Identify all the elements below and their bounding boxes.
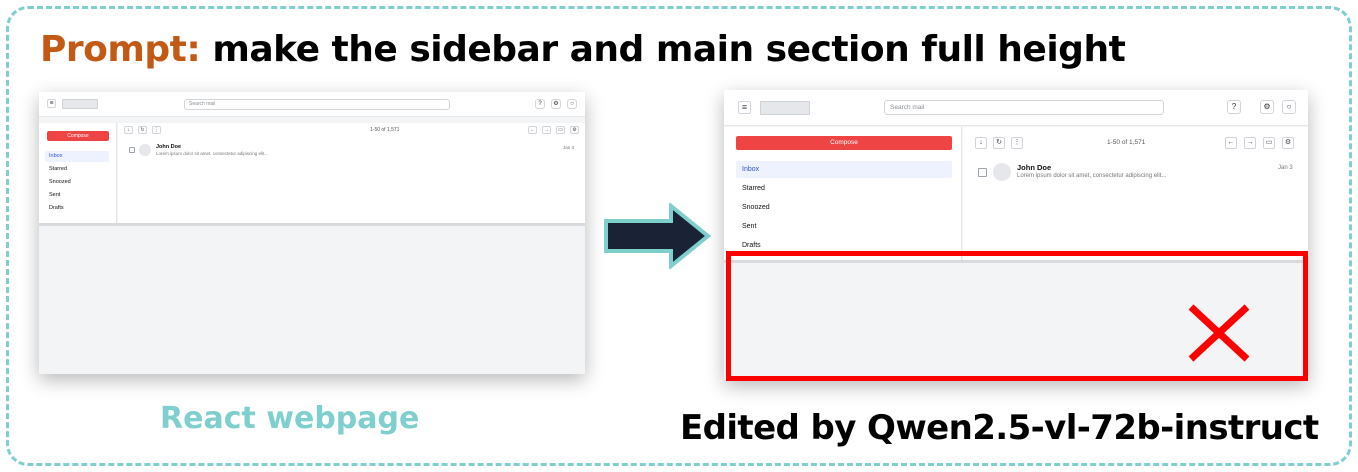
nav-item-starred[interactable]: Starred [45, 164, 109, 175]
account-icon[interactable]: ○ [567, 99, 577, 109]
refresh-icon[interactable]: ↻ [993, 137, 1005, 149]
select-icon[interactable]: ↓ [124, 126, 133, 134]
prompt-label: Prompt: [40, 29, 201, 70]
caption-react-webpage: React webpage [160, 401, 420, 436]
next-icon[interactable]: → [1244, 137, 1256, 149]
keyboard-icon[interactable]: ▭ [1263, 137, 1275, 149]
app-header: ≡ Search mail ? ⚙ ○ [39, 92, 585, 117]
next-icon[interactable]: → [542, 126, 551, 134]
message-date: Jan 3 [1278, 165, 1293, 171]
message-sender: John Doe [156, 144, 182, 150]
search-input[interactable]: Search mail [184, 99, 450, 110]
message-sender: John Doe [1017, 163, 1052, 172]
sidebar: Compose Inbox Starred Snoozed Sent Draft… [724, 127, 962, 260]
menu-icon[interactable]: ≡ [738, 101, 751, 114]
nav-item-snoozed[interactable]: Snoozed [736, 199, 952, 216]
message-checkbox[interactable] [978, 168, 987, 177]
pagination-text: 1-50 of 1,571 [370, 127, 400, 133]
menu-icon[interactable]: ≡ [47, 99, 56, 108]
help-icon[interactable]: ? [535, 99, 545, 109]
prev-icon[interactable]: ← [1225, 137, 1237, 149]
pagination-text: 1-50 of 1,571 [1107, 139, 1146, 146]
nav-item-sent[interactable]: Sent [736, 218, 952, 235]
keyboard-icon[interactable]: ▭ [556, 126, 565, 134]
main-section: ↓ ↻ ⋮ 1-50 of 1,571 ← → ▭ ⚙ John Doe Lor… [118, 123, 585, 223]
app-header: ≡ Search mail ? ⚙ ○ [724, 90, 1308, 126]
settings-icon[interactable]: ⚙ [1282, 137, 1294, 149]
refresh-icon[interactable]: ↻ [138, 126, 147, 134]
settings-icon[interactable]: ⚙ [551, 99, 561, 109]
content-bottom-edge [39, 223, 585, 226]
nav-item-snoozed[interactable]: Snoozed [45, 177, 109, 188]
message-snippet: Lorem ipsum dolor sit amet, consectetur … [156, 151, 269, 156]
cross-icon [1188, 304, 1250, 362]
nav-item-drafts[interactable]: Drafts [45, 203, 109, 214]
prompt-headline: Prompt: make the sidebar and main sectio… [40, 26, 1126, 74]
account-icon[interactable]: ○ [1282, 100, 1296, 114]
nav-item-sent[interactable]: Sent [45, 190, 109, 201]
compose-button[interactable]: Compose [47, 131, 109, 141]
original-webpage-screenshot: ≡ Search mail ? ⚙ ○ Compose Inbox Starre… [39, 92, 585, 374]
prompt-text: make the sidebar and main section full h… [212, 29, 1126, 70]
select-icon[interactable]: ↓ [975, 137, 987, 149]
help-icon[interactable]: ? [1227, 100, 1241, 114]
nav-item-inbox[interactable]: Inbox [736, 161, 952, 178]
logo-placeholder [760, 101, 810, 115]
compose-button[interactable]: Compose [736, 136, 952, 150]
sidebar: Compose Inbox Starred Snoozed Sent Draft… [39, 123, 117, 223]
main-section: ↓ ↻ ⋮ 1-50 of 1,571 ← → ▭ ⚙ John Doe Lor… [963, 127, 1308, 260]
nav-item-starred[interactable]: Starred [736, 180, 952, 197]
more-icon[interactable]: ⋮ [1011, 137, 1023, 149]
arrow-right-icon [604, 203, 711, 269]
caption-edited-by: Edited by Qwen2.5-vl-72b-instruct [680, 408, 1319, 448]
message-checkbox[interactable] [129, 147, 135, 153]
message-snippet: Lorem ipsum dolor sit amet, consectetur … [1017, 173, 1167, 179]
prev-icon[interactable]: ← [528, 126, 537, 134]
settings-icon[interactable]: ⚙ [1260, 100, 1274, 114]
more-icon[interactable]: ⋮ [152, 126, 161, 134]
logo-placeholder [62, 99, 98, 109]
avatar [993, 163, 1011, 181]
avatar [139, 144, 151, 156]
search-input[interactable]: Search mail [884, 100, 1164, 115]
settings-icon[interactable]: ⚙ [570, 126, 579, 134]
nav-item-inbox[interactable]: Inbox [45, 151, 109, 162]
message-date: Jan 3 [563, 145, 575, 150]
